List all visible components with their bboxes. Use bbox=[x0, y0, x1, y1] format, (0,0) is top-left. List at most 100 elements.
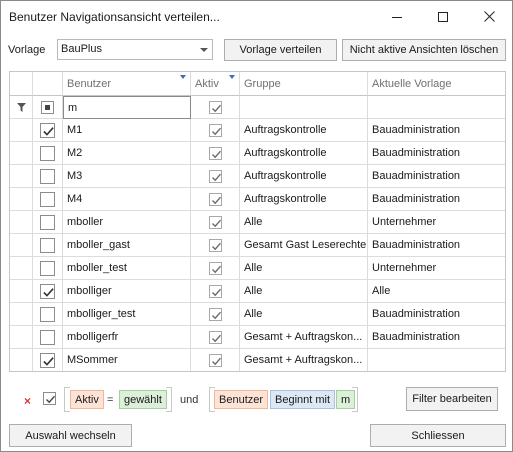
row-indicator[interactable] bbox=[10, 188, 33, 211]
table-row[interactable]: M2 Auftragskontrolle Bauadministration bbox=[10, 142, 505, 165]
vorlage-cell[interactable]: Bauadministration bbox=[368, 234, 505, 257]
benutzer-cell[interactable]: mbolliger_test bbox=[63, 303, 191, 326]
select-cell[interactable] bbox=[33, 142, 63, 165]
aktiv-checkbox[interactable] bbox=[209, 239, 222, 252]
aktiv-checkbox[interactable] bbox=[209, 147, 222, 160]
aktiv-checkbox[interactable] bbox=[209, 170, 222, 183]
chevron-down-icon[interactable] bbox=[200, 48, 208, 52]
row-select-checkbox[interactable] bbox=[40, 330, 55, 345]
aktiv-checkbox[interactable] bbox=[209, 285, 222, 298]
row-select-checkbox[interactable] bbox=[40, 215, 55, 230]
row-indicator[interactable] bbox=[10, 119, 33, 142]
row-indicator[interactable] bbox=[10, 211, 33, 234]
row-select-checkbox[interactable] bbox=[40, 284, 55, 299]
vorlage-cell[interactable]: Alle bbox=[368, 280, 505, 303]
select-cell[interactable] bbox=[33, 303, 63, 326]
clear-filter-icon[interactable]: × bbox=[24, 394, 31, 408]
row-select-checkbox[interactable] bbox=[40, 169, 55, 184]
table-row[interactable]: MSommer Gesamt + Auftragskon... bbox=[10, 349, 505, 371]
aktiv-checkbox[interactable] bbox=[209, 216, 222, 229]
benutzer-cell[interactable]: mboller bbox=[63, 211, 191, 234]
select-cell[interactable] bbox=[33, 257, 63, 280]
row-select-checkbox[interactable] bbox=[40, 146, 55, 161]
benutzer-cell[interactable]: mbolliger bbox=[63, 280, 191, 303]
gruppe-cell[interactable]: Alle bbox=[240, 303, 368, 326]
filter-operator-equals[interactable]: = bbox=[107, 394, 113, 406]
benutzer-cell[interactable]: MSommer bbox=[63, 349, 191, 371]
header-benutzer[interactable]: Benutzer bbox=[63, 72, 191, 96]
benutzer-cell[interactable]: M4 bbox=[63, 188, 191, 211]
vorlage-cell[interactable] bbox=[368, 349, 505, 371]
row-indicator[interactable] bbox=[10, 142, 33, 165]
vorlage-cell[interactable]: Unternehmer bbox=[368, 257, 505, 280]
aktiv-cell[interactable] bbox=[191, 165, 240, 188]
aktiv-filter-cell[interactable] bbox=[191, 96, 240, 119]
filter-icon[interactable] bbox=[180, 75, 186, 79]
header-vorlage[interactable]: Aktuelle Vorlage bbox=[368, 72, 505, 96]
header-gruppe[interactable]: Gruppe bbox=[240, 72, 368, 96]
benutzer-cell[interactable]: mboller_gast bbox=[63, 234, 191, 257]
aktiv-cell[interactable] bbox=[191, 188, 240, 211]
row-indicator[interactable] bbox=[10, 165, 33, 188]
vorlage-verteilen-button[interactable]: Vorlage verteilen bbox=[224, 39, 337, 61]
select-cell[interactable] bbox=[33, 349, 63, 371]
table-row[interactable]: mbolliger_test Alle Bauadministration bbox=[10, 303, 505, 326]
select-cell[interactable] bbox=[33, 211, 63, 234]
edit-filter-button[interactable]: Filter bearbeiten bbox=[406, 387, 498, 411]
delete-inactive-views-button[interactable]: Nicht aktive Ansichten löschen bbox=[342, 39, 506, 61]
table-row[interactable]: mboller Alle Unternehmer bbox=[10, 211, 505, 234]
aktiv-cell[interactable] bbox=[191, 142, 240, 165]
table-row[interactable]: mbolliger Alle Alle bbox=[10, 280, 505, 303]
gruppe-cell[interactable]: Alle bbox=[240, 211, 368, 234]
filter-operator-beginnt-mit[interactable]: Beginnt mit bbox=[270, 390, 336, 409]
aktiv-cell[interactable] bbox=[191, 234, 240, 257]
aktiv-cell[interactable] bbox=[191, 326, 240, 349]
aktiv-cell[interactable] bbox=[191, 349, 240, 371]
aktiv-checkbox[interactable] bbox=[209, 308, 222, 321]
benutzer-cell[interactable]: M3 bbox=[63, 165, 191, 188]
benutzer-cell[interactable]: M1 bbox=[63, 119, 191, 142]
vorlage-cell[interactable]: Bauadministration bbox=[368, 303, 505, 326]
aktiv-checkbox[interactable] bbox=[209, 354, 222, 367]
select-cell[interactable] bbox=[33, 188, 63, 211]
gruppe-cell[interactable]: Auftragskontrolle bbox=[240, 165, 368, 188]
maximize-button[interactable] bbox=[420, 1, 466, 32]
table-row[interactable]: mbolligerfr Gesamt + Auftragskon... Bauadm… bbox=[10, 326, 505, 349]
vorlage-cell[interactable]: Bauadministration bbox=[368, 119, 505, 142]
vorlage-cell[interactable]: Bauadministration bbox=[368, 165, 505, 188]
select-cell[interactable] bbox=[33, 280, 63, 303]
vorlage-cell[interactable]: Bauadministration bbox=[368, 188, 505, 211]
header-select[interactable] bbox=[33, 72, 63, 96]
aktiv-cell[interactable] bbox=[191, 211, 240, 234]
table-row[interactable]: mboller_gast Gesamt Gast Leserechte Bauadm… bbox=[10, 234, 505, 257]
benutzer-cell[interactable]: mboller_test bbox=[63, 257, 191, 280]
title-bar[interactable]: Benutzer Navigationsansicht verteilen... bbox=[1, 1, 512, 32]
toggle-selection-button[interactable]: Auswahl wechseln bbox=[9, 424, 132, 447]
aktiv-filter-checkbox[interactable] bbox=[209, 101, 222, 114]
gruppe-filter-cell[interactable] bbox=[240, 96, 368, 119]
close-button[interactable] bbox=[466, 1, 512, 32]
aktiv-checkbox[interactable] bbox=[209, 262, 222, 275]
benutzer-cell[interactable]: mbolligerfr bbox=[63, 326, 191, 349]
vorlage-cell[interactable]: Unternehmer bbox=[368, 211, 505, 234]
row-indicator[interactable] bbox=[10, 257, 33, 280]
row-indicator[interactable] bbox=[10, 349, 33, 371]
aktiv-cell[interactable] bbox=[191, 257, 240, 280]
gruppe-cell[interactable]: Gesamt + Auftragskon... bbox=[240, 326, 368, 349]
table-row[interactable]: M4 Auftragskontrolle Bauadministration bbox=[10, 188, 505, 211]
filter-select-cell[interactable] bbox=[33, 96, 63, 119]
select-all-checkbox[interactable] bbox=[41, 101, 54, 114]
benutzer-cell[interactable]: M2 bbox=[63, 142, 191, 165]
row-select-checkbox[interactable] bbox=[40, 238, 55, 253]
gruppe-cell[interactable]: Auftragskontrolle bbox=[240, 142, 368, 165]
benutzer-filter-input[interactable]: m bbox=[63, 96, 191, 119]
filter-field-benutzer[interactable]: Benutzer bbox=[214, 390, 269, 409]
row-indicator[interactable] bbox=[10, 303, 33, 326]
select-cell[interactable] bbox=[33, 326, 63, 349]
select-cell[interactable] bbox=[33, 165, 63, 188]
aktiv-cell[interactable] bbox=[191, 303, 240, 326]
gruppe-cell[interactable]: Alle bbox=[240, 280, 368, 303]
filter-enabled-checkbox[interactable] bbox=[43, 392, 56, 405]
select-cell[interactable] bbox=[33, 119, 63, 142]
row-indicator[interactable] bbox=[10, 234, 33, 257]
